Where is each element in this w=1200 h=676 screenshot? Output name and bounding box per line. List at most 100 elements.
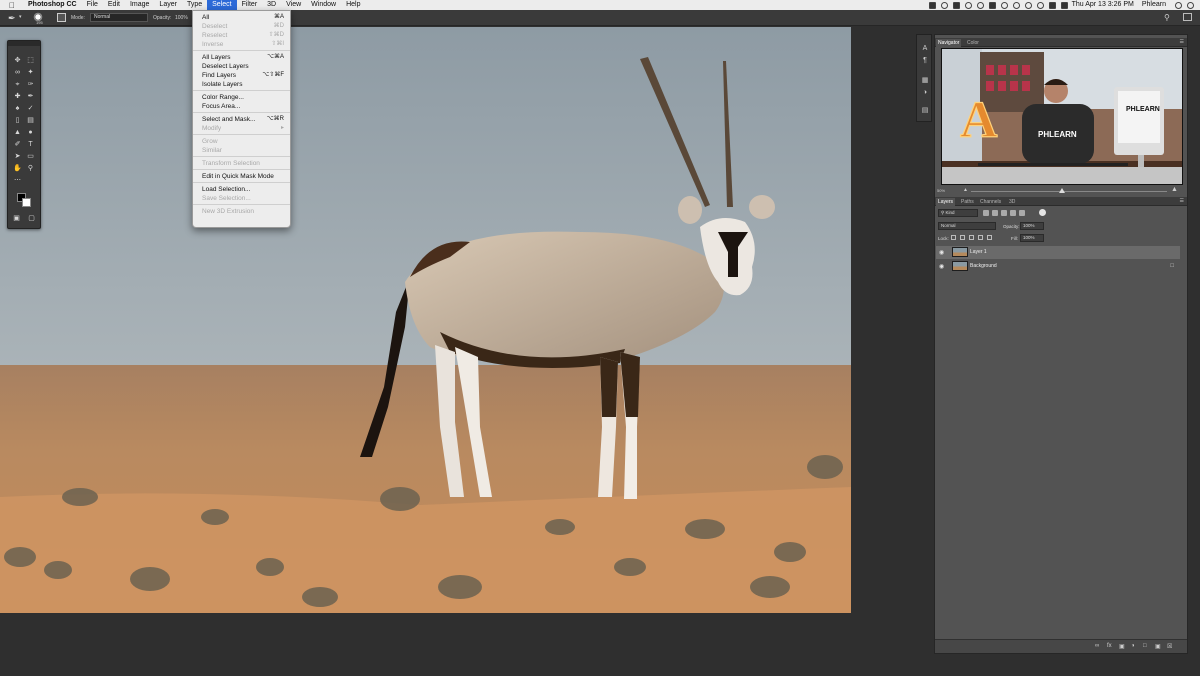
shape-tool-icon[interactable]: ▭ [25, 153, 36, 161]
panel-menu-icon[interactable]: ☰ [1180, 39, 1184, 45]
menu-item-deselect[interactable]: Deselect ⌘D [193, 22, 290, 31]
move-tool-icon[interactable]: ✥ [12, 57, 23, 65]
gradient-tool-icon[interactable]: ▤ [25, 117, 36, 125]
tab-paths[interactable]: Paths [959, 198, 976, 206]
brush-tool-icon[interactable]: ✒ [8, 13, 16, 24]
fill-field[interactable]: 100% [1020, 234, 1044, 242]
add-mask-icon[interactable]: ▣ [1119, 643, 1125, 650]
type-tool-icon[interactable]: T [25, 141, 36, 149]
layer-style-icon[interactable]: fx [1107, 643, 1112, 649]
tab-color[interactable]: Color [965, 39, 981, 47]
paragraph-panel-icon[interactable]: ¶ [921, 57, 929, 65]
filter-kind-select[interactable]: ⚲ Kind [938, 209, 978, 217]
hand-tool-icon[interactable]: ✋ [12, 165, 23, 173]
apple-icon[interactable]:  [7, 1, 17, 10]
status-app-icon[interactable] [928, 1, 936, 9]
volume-icon[interactable] [1036, 1, 1044, 9]
eraser-tool-icon[interactable]: ▯ [12, 117, 23, 125]
lasso-tool-icon[interactable]: ∞ [12, 69, 23, 77]
zoom-in-icon[interactable]: ▲ [1171, 186, 1178, 193]
tab-3d[interactable]: 3D [1007, 198, 1017, 206]
status-x-icon[interactable] [988, 1, 996, 9]
document-canvas[interactable] [0, 27, 851, 613]
workspace-icon[interactable] [1183, 13, 1192, 21]
filter-adjustment-icon[interactable] [992, 210, 998, 216]
screen-mode-icon[interactable]: ▢ [26, 215, 37, 223]
menu-help[interactable]: Help [341, 0, 365, 10]
menu-item-focus-area[interactable]: Focus Area... [193, 102, 290, 111]
new-group-icon[interactable]: □ [1143, 643, 1147, 649]
zoom-slider-thumb[interactable] [1059, 188, 1065, 193]
menu-layer[interactable]: Layer [154, 0, 182, 10]
notification-center-icon[interactable] [1187, 1, 1194, 9]
status-cloud-icon[interactable] [964, 1, 972, 9]
search-icon[interactable]: ⚲ [1164, 13, 1170, 22]
path-select-tool-icon[interactable]: ➤ [12, 153, 23, 161]
filter-smart-object-icon[interactable] [1019, 210, 1025, 216]
tab-channels[interactable]: Channels [978, 198, 1003, 206]
menu-item-transform-selection[interactable]: Transform Selection [193, 159, 290, 168]
new-layer-icon[interactable]: ▣ [1155, 643, 1161, 650]
zoom-tool-icon[interactable]: ⚲ [25, 165, 36, 173]
status-camera-icon[interactable] [952, 1, 960, 9]
eye-icon[interactable]: ◉ [939, 263, 944, 270]
menu-item-reselect[interactable]: Reselect ⇧⌘D [193, 31, 290, 40]
brush-settings-icon[interactable] [57, 13, 66, 22]
menu-item-isolate-layers[interactable]: Isolate Layers [193, 80, 290, 89]
quick-mask-icon[interactable]: ▣ [11, 215, 22, 223]
menu-photoshop[interactable]: Photoshop CC [23, 0, 82, 10]
lock-transparent-icon[interactable] [951, 235, 956, 240]
lock-image-icon[interactable] [960, 235, 965, 240]
menubar-user[interactable]: Phlearn [1138, 0, 1170, 10]
menu-item-edit-in-quick-mask-mode[interactable]: Edit in Quick Mask Mode [193, 172, 290, 181]
menu-item-similar[interactable]: Similar [193, 146, 290, 155]
menu-item-modify[interactable]: Modify ▸ [193, 124, 290, 133]
menu-item-color-range[interactable]: Color Range... [193, 93, 290, 102]
quick-select-tool-icon[interactable]: ✦ [25, 69, 36, 77]
libraries-panel-icon[interactable]: ▤ [921, 107, 929, 115]
menu-item-inverse[interactable]: Inverse ⇧⌘I [193, 40, 290, 49]
layer-row-layer-1[interactable]: ◉ Layer 1 [936, 246, 1180, 259]
blur-tool-icon[interactable]: ▲ [12, 129, 23, 137]
layers-panel-menu-icon[interactable]: ☰ [1180, 198, 1184, 204]
crop-tool-icon[interactable]: ⌖ [12, 81, 23, 89]
history-brush-tool-icon[interactable]: ✓ [25, 105, 36, 113]
spotlight-icon[interactable] [1175, 1, 1182, 9]
properties-panel-icon[interactable]: ▦ [921, 77, 929, 85]
menu-item-load-selection[interactable]: Load Selection... [193, 185, 290, 194]
menu-window[interactable]: Window [306, 0, 341, 10]
lock-position-icon[interactable] [969, 235, 974, 240]
brush-tool-icon[interactable]: ✒ [25, 93, 36, 101]
pen-tool-icon[interactable]: ✐ [12, 141, 23, 149]
navigator-thumbnail[interactable]: A PHLEARN PHLEARN [941, 48, 1183, 185]
opacity-field[interactable]: 100% [175, 15, 188, 21]
dodge-tool-icon[interactable]: ● [25, 129, 36, 137]
filter-pixel-icon[interactable] [983, 210, 989, 216]
menubar-clock[interactable]: Thu Apr 13 3:26 PM [1068, 0, 1138, 10]
flag-icon[interactable] [1060, 1, 1068, 9]
menu-filter[interactable]: Filter [237, 0, 263, 10]
chevron-down-icon[interactable]: ▾ [19, 14, 22, 20]
menu-edit[interactable]: Edit [103, 0, 125, 10]
layer-opacity-field[interactable]: 100% [1020, 222, 1044, 230]
character-panel-icon[interactable]: A [921, 45, 929, 53]
menu-type[interactable]: Type [182, 0, 207, 10]
menu-view[interactable]: View [281, 0, 306, 10]
menu-select[interactable]: Select [207, 0, 237, 10]
menu-item-all[interactable]: All ⌘A [193, 13, 290, 22]
clone-stamp-tool-icon[interactable]: ♠ [12, 105, 23, 113]
menu-item-grow[interactable]: Grow [193, 137, 290, 146]
marquee-tool-icon[interactable]: ⬚ [25, 57, 36, 65]
filter-type-icon[interactable] [1001, 210, 1007, 216]
adjustment-layer-icon[interactable]: ◑ [1131, 643, 1135, 649]
adjustments-panel-icon[interactable]: ◑ [921, 89, 929, 97]
eyedropper-tool-icon[interactable]: ✑ [25, 81, 36, 89]
lock-all-icon[interactable] [987, 235, 992, 240]
tab-layers[interactable]: Layers [936, 198, 956, 206]
blend-mode-select[interactable]: Normal [938, 222, 996, 230]
eye-icon[interactable]: ◉ [939, 249, 944, 256]
layer-row-background[interactable]: ◉ Background □ [936, 260, 1180, 273]
menu-image[interactable]: Image [125, 0, 154, 10]
time-machine-icon[interactable] [1000, 1, 1008, 9]
lock-artboard-icon[interactable] [978, 235, 983, 240]
